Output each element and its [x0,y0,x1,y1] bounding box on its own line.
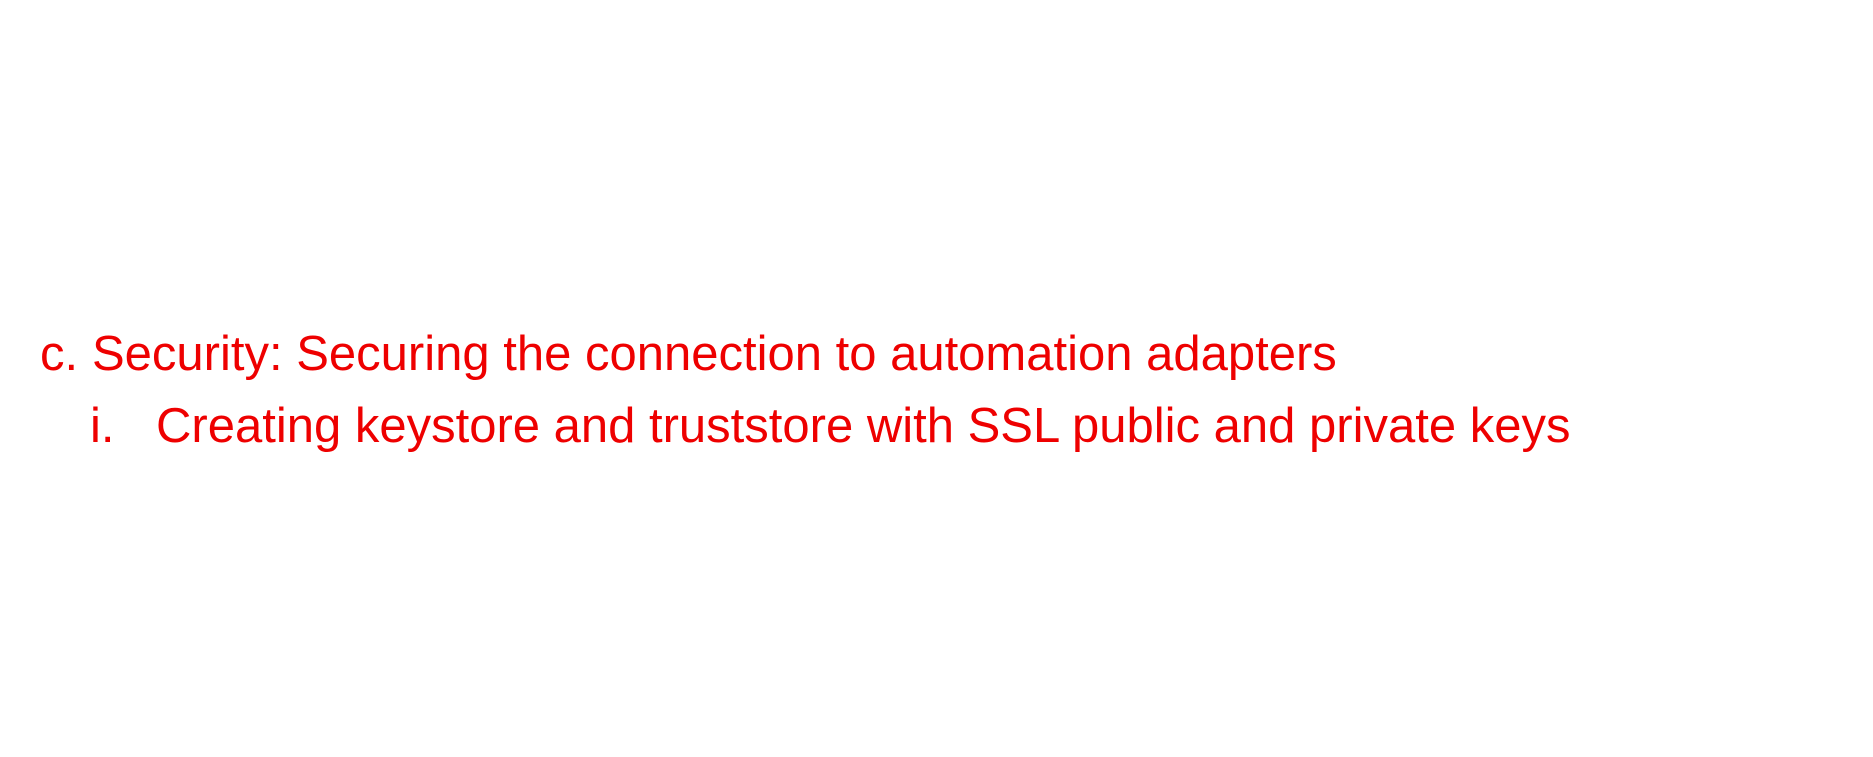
list-item: c. Security: Securing the connection to … [40,318,1830,390]
outline-list: c. Security: Securing the connection to … [40,318,1830,462]
list-item-marker: c. [40,327,79,381]
list-item-text: Security: Securing the connection to aut… [92,327,1337,381]
sub-list-item-text: Creating keystore and truststore with SS… [156,399,1571,453]
slide-canvas: c. Security: Securing the connection to … [0,0,1873,757]
sub-list-item: i. Creating keystore and truststore with… [40,390,1830,462]
sub-list-item-marker: i. [90,399,115,453]
